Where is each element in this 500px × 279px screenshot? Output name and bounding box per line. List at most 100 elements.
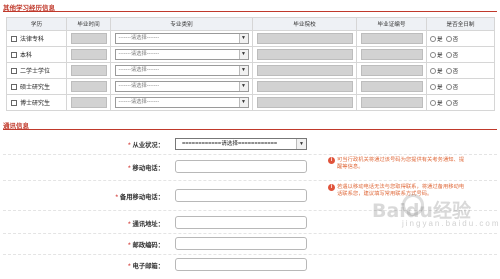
degree-cell: 硕士研究生 xyxy=(6,78,67,95)
mobile-phone-input[interactable] xyxy=(175,160,307,173)
fulltime-yes-radio[interactable] xyxy=(430,99,436,106)
grad-time-input[interactable] xyxy=(70,65,107,76)
education-table: 学历 毕业时间 专业类别 毕业院校 毕业证编号 是否全日制 法律专科 ------… xyxy=(6,17,495,111)
row-divider xyxy=(3,254,497,255)
fulltime-no-label: 否 xyxy=(452,36,459,43)
degree-checkbox[interactable] xyxy=(11,67,17,74)
table-header-row: 学历 毕业时间 专业类别 毕业院校 毕业证编号 是否全日制 xyxy=(6,17,495,31)
degree-label: 法律专科 xyxy=(20,37,45,43)
major-select-value: -------请选择------- xyxy=(118,67,160,73)
degree-label: 博士研究生 xyxy=(20,101,51,107)
fulltime-no-label: 否 xyxy=(452,68,459,75)
major-select[interactable]: -------请选择------- ▼ xyxy=(114,33,249,44)
chevron-down-icon: ▼ xyxy=(238,66,248,75)
fulltime-no-radio[interactable] xyxy=(445,51,452,58)
required-mark: * xyxy=(128,221,131,228)
employment-status-select[interactable]: ============请选择============ ▼ xyxy=(175,138,307,150)
row-divider xyxy=(3,180,497,181)
fulltime-no-radio[interactable] xyxy=(445,67,452,74)
fulltime-no-radio[interactable] xyxy=(445,83,452,90)
fulltime-no-radio[interactable] xyxy=(445,35,452,42)
major-select[interactable]: -------请选择------- ▼ xyxy=(114,97,249,108)
row-divider xyxy=(3,233,497,234)
major-select-value: -------请选择------- xyxy=(118,83,160,89)
major-select[interactable]: -------请选择------- ▼ xyxy=(114,65,249,76)
section-divider xyxy=(3,11,497,12)
header-major: 专业类别 xyxy=(110,17,253,31)
fulltime-yes-label: 是 xyxy=(437,68,443,75)
major-select[interactable]: -------请选择------- ▼ xyxy=(114,49,249,60)
fulltime-yes-radio[interactable] xyxy=(430,83,436,90)
table-row: 博士研究生 -------请选择------- ▼ 是 否 xyxy=(6,94,495,111)
degree-checkbox[interactable] xyxy=(11,35,17,42)
cert-no-input[interactable] xyxy=(360,97,423,108)
school-input[interactable] xyxy=(256,97,353,108)
fulltime-no-label: 否 xyxy=(452,100,459,107)
field-label: * 从业状况： xyxy=(128,142,164,149)
mobile-phone-hint: i 可当行政机关将通过该号码为您提供有关考务通知、提醒等信息。 xyxy=(328,157,465,171)
table-row: 法律专科 -------请选择------- ▼ 是 否 xyxy=(6,30,495,47)
degree-label: 硕士研究生 xyxy=(20,85,51,91)
required-mark: * xyxy=(128,142,131,149)
school-input[interactable] xyxy=(256,49,353,60)
postal-code-input[interactable] xyxy=(175,237,307,250)
degree-cell: 本科 xyxy=(6,46,67,63)
school-input[interactable] xyxy=(256,33,353,44)
fulltime-yes-radio[interactable] xyxy=(430,51,436,58)
major-select-value: -------请选择------- xyxy=(118,99,160,105)
header-grad-time: 毕业时间 xyxy=(66,17,111,31)
chevron-down-icon: ▼ xyxy=(238,82,248,91)
fulltime-no-radio[interactable] xyxy=(445,99,452,106)
degree-checkbox[interactable] xyxy=(11,51,17,58)
row-divider xyxy=(3,154,497,155)
fulltime-yes-radio[interactable] xyxy=(430,67,436,74)
employment-status-value: ============请选择============ xyxy=(182,141,278,147)
header-school: 毕业院校 xyxy=(252,17,357,31)
fulltime-yes-label: 是 xyxy=(437,100,443,107)
fulltime-yes-label: 是 xyxy=(437,84,443,91)
grad-time-input[interactable] xyxy=(70,33,107,44)
major-select-value: -------请选择------- xyxy=(118,35,160,41)
table-row: 二学士学位 -------请选择------- ▼ 是 否 xyxy=(6,62,495,79)
email-input[interactable] xyxy=(175,258,307,271)
field-label: * 移动电话： xyxy=(128,165,164,172)
chevron-down-icon: ▼ xyxy=(238,34,248,43)
degree-label: 二学士学位 xyxy=(20,69,51,75)
field-label: * 通讯地址： xyxy=(128,221,164,228)
watermark-url: jingyan.baidu.com xyxy=(402,219,500,228)
chevron-down-icon: ▼ xyxy=(238,98,248,107)
required-mark: * xyxy=(128,242,131,249)
address-input[interactable] xyxy=(175,216,307,229)
info-icon: i xyxy=(328,184,335,191)
backup-mobile-input[interactable] xyxy=(175,189,307,202)
grad-time-input[interactable] xyxy=(70,97,107,108)
degree-cell: 法律专科 xyxy=(6,30,67,47)
fulltime-no-label: 否 xyxy=(452,84,459,91)
cert-no-input[interactable] xyxy=(360,49,423,60)
fulltime-yes-label: 是 xyxy=(437,36,443,43)
fulltime-yes-radio[interactable] xyxy=(430,35,436,42)
fulltime-no-label: 否 xyxy=(452,52,459,59)
cert-no-input[interactable] xyxy=(360,65,423,76)
degree-label: 本科 xyxy=(20,53,33,59)
school-input[interactable] xyxy=(256,81,353,92)
table-row: 本科 -------请选择------- ▼ 是 否 xyxy=(6,46,495,63)
field-label: * 电子邮箱： xyxy=(128,263,164,270)
school-input[interactable] xyxy=(256,65,353,76)
header-degree: 学历 xyxy=(6,17,67,31)
degree-checkbox[interactable] xyxy=(11,83,17,90)
section-divider xyxy=(3,129,497,130)
cert-no-input[interactable] xyxy=(360,33,423,44)
chevron-down-icon: ▼ xyxy=(238,50,248,59)
grad-time-input[interactable] xyxy=(70,81,107,92)
header-cert-no: 毕业证编号 xyxy=(356,17,427,31)
cert-no-input[interactable] xyxy=(360,81,423,92)
degree-cell: 二学士学位 xyxy=(6,62,67,79)
degree-checkbox[interactable] xyxy=(11,99,17,106)
major-select-value: -------请选择------- xyxy=(118,51,160,57)
grad-time-input[interactable] xyxy=(70,49,107,60)
field-label: * 备用移动电话： xyxy=(115,194,164,201)
field-label: * 邮政编码： xyxy=(128,242,164,249)
chevron-down-icon: ▼ xyxy=(296,139,306,149)
major-select[interactable]: -------请选择------- ▼ xyxy=(114,81,249,92)
